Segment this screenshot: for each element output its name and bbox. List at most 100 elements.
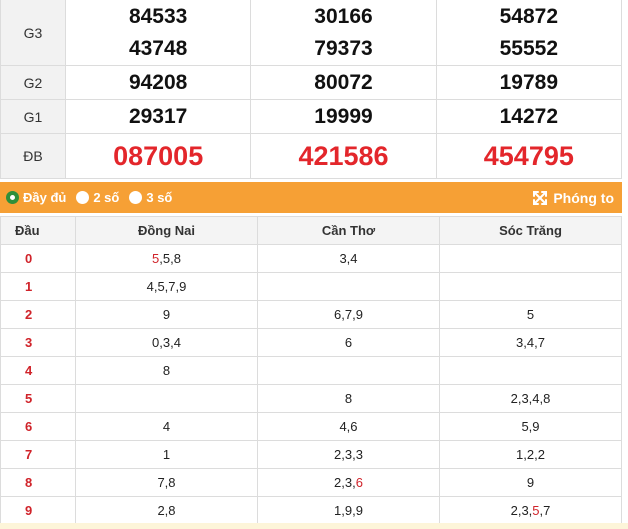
loto-text: 3,4,7: [516, 335, 545, 350]
loto-cell: 9: [75, 300, 258, 329]
loto-text: 2,3,3: [334, 447, 363, 462]
loto-text: 6: [344, 335, 353, 350]
prize-row: G1 29317 19999 14272: [0, 99, 623, 134]
loto-text: 0,3,4: [152, 335, 181, 350]
loto-dau: 8: [0, 468, 76, 497]
loto-cell: 5,5,8: [75, 244, 258, 273]
loto-text: 8: [344, 391, 353, 406]
loto-cell: 2,3,6: [257, 468, 440, 497]
loto-cell: 4,6: [257, 412, 440, 441]
prize-number: 29317: [128, 104, 188, 128]
loto-text: 1: [162, 447, 171, 462]
loto-text: 2,3,4,8: [510, 391, 551, 406]
prize-number: 84533: [128, 4, 188, 28]
loto-cell: 1,9,9: [257, 496, 440, 525]
loto-cell: 0,3,4: [75, 328, 258, 357]
prize-label: ĐB: [0, 133, 66, 179]
loto-header-row: Đầu Đồng Nai Cần Thơ Sóc Trăng: [0, 216, 622, 245]
zoom-label: Phóng to: [553, 189, 614, 206]
prize-cell: 421586: [250, 133, 437, 179]
prize-cell: 14272: [435, 99, 623, 134]
loto-cell: [439, 244, 622, 273]
prize-number: 421586: [298, 141, 389, 171]
loto-text: 3,4: [339, 251, 358, 266]
radio-icon[interactable]: [129, 191, 143, 204]
loto-row: 48: [0, 356, 622, 385]
prize-number: 454795: [483, 141, 574, 171]
prize-number: 19789: [499, 70, 559, 94]
option-3-digits[interactable]: 3 số: [129, 190, 172, 205]
prize-number: 55552: [499, 36, 559, 60]
loto-text: 4,6: [339, 419, 358, 434]
prize-row: ĐB 087005 421586 454795: [0, 133, 623, 179]
loto-text: 9: [526, 475, 535, 490]
loto-cell: 8: [257, 384, 440, 413]
header-dau: Đầu: [0, 216, 76, 245]
loto-cell: [439, 272, 622, 301]
prize-cell: 19999: [250, 99, 437, 134]
loto-row: 0 5,5,8 3,4: [0, 244, 622, 273]
loto-cell: [257, 356, 440, 385]
prize-number: 30166: [314, 4, 373, 28]
loto-dau: 9: [0, 496, 76, 525]
loto-cell: 6: [257, 328, 440, 357]
loto-cell: 7,8: [75, 468, 258, 497]
loto-text: 4,5,7,9: [146, 279, 187, 294]
loto-highlight: 6: [355, 475, 363, 490]
loto-text: 7,8: [157, 475, 176, 490]
loto-dau: 7: [0, 440, 76, 469]
loto-cell: 2,3,3: [257, 440, 440, 469]
radio-selected-icon[interactable]: [6, 191, 19, 204]
prize-cell: 29317: [64, 99, 252, 134]
loto-cell: 2,8: [75, 496, 258, 525]
prize-row: G3 84533 43748 30166 79373 54872 55552: [0, 0, 623, 66]
option-2-digits[interactable]: 2 số: [76, 190, 119, 205]
loto-text: 1,9,9: [334, 503, 363, 518]
expand-icon: [533, 190, 548, 205]
prize-cell: 84533 43748: [64, 0, 252, 66]
loto-highlight: 5: [532, 503, 540, 518]
prize-number: 19999: [314, 104, 373, 128]
loto-dau: 6: [0, 412, 76, 441]
loto-text: ,5,8: [159, 251, 181, 266]
option-full[interactable]: Đầy đủ: [6, 190, 66, 205]
loto-cell: 2,3,5,7: [439, 496, 622, 525]
option-3-label: 3 số: [146, 190, 173, 205]
loto-cell: 1: [75, 440, 258, 469]
radio-icon[interactable]: [76, 191, 90, 204]
loto-dau: 2: [0, 300, 76, 329]
loto-text: 5: [526, 307, 535, 322]
prize-number: 94208: [128, 70, 188, 94]
loto-text: 2,3,: [334, 475, 356, 490]
loto-text: ,7: [539, 503, 551, 518]
loto-row: 8 7,8 2,3,6 9: [0, 468, 622, 497]
header-province-3: Sóc Trăng: [439, 216, 622, 245]
header-province-2: Cần Thơ: [257, 216, 440, 245]
loto-cell: [439, 356, 622, 385]
loto-cell: 5,9: [439, 412, 622, 441]
loto-text: 2,3,: [510, 503, 533, 518]
prize-label: G1: [0, 99, 66, 134]
header-province-1: Đồng Nai: [75, 216, 258, 245]
loto-cell: 5: [439, 300, 622, 329]
prize-number: 14272: [499, 104, 559, 128]
loto-text: 6,7,9: [334, 307, 363, 322]
prize-label: G3: [0, 0, 66, 66]
loto-cell: 2,3,4,8: [439, 384, 622, 413]
prize-cell: 54872 55552: [435, 0, 623, 66]
loto-text: 2,8: [157, 503, 176, 518]
prize-cell: 454795: [435, 133, 623, 179]
prize-number: 43748: [128, 36, 188, 60]
bottom-strip: [0, 523, 628, 529]
loto-cell: 9: [439, 468, 622, 497]
loto-cell: [257, 272, 440, 301]
loto-dau: 0: [0, 244, 76, 273]
loto-text: 9: [162, 307, 171, 322]
option-full-label: Đầy đủ: [23, 190, 67, 205]
loto-dau: 5: [0, 384, 76, 413]
prize-number: 80072: [314, 70, 373, 94]
loto-text: 1,2,2: [516, 447, 545, 462]
zoom-button[interactable]: Phóng to: [532, 190, 614, 206]
prize-label: G2: [0, 65, 66, 100]
loto-row: 2 9 6,7,9 5: [0, 300, 622, 329]
